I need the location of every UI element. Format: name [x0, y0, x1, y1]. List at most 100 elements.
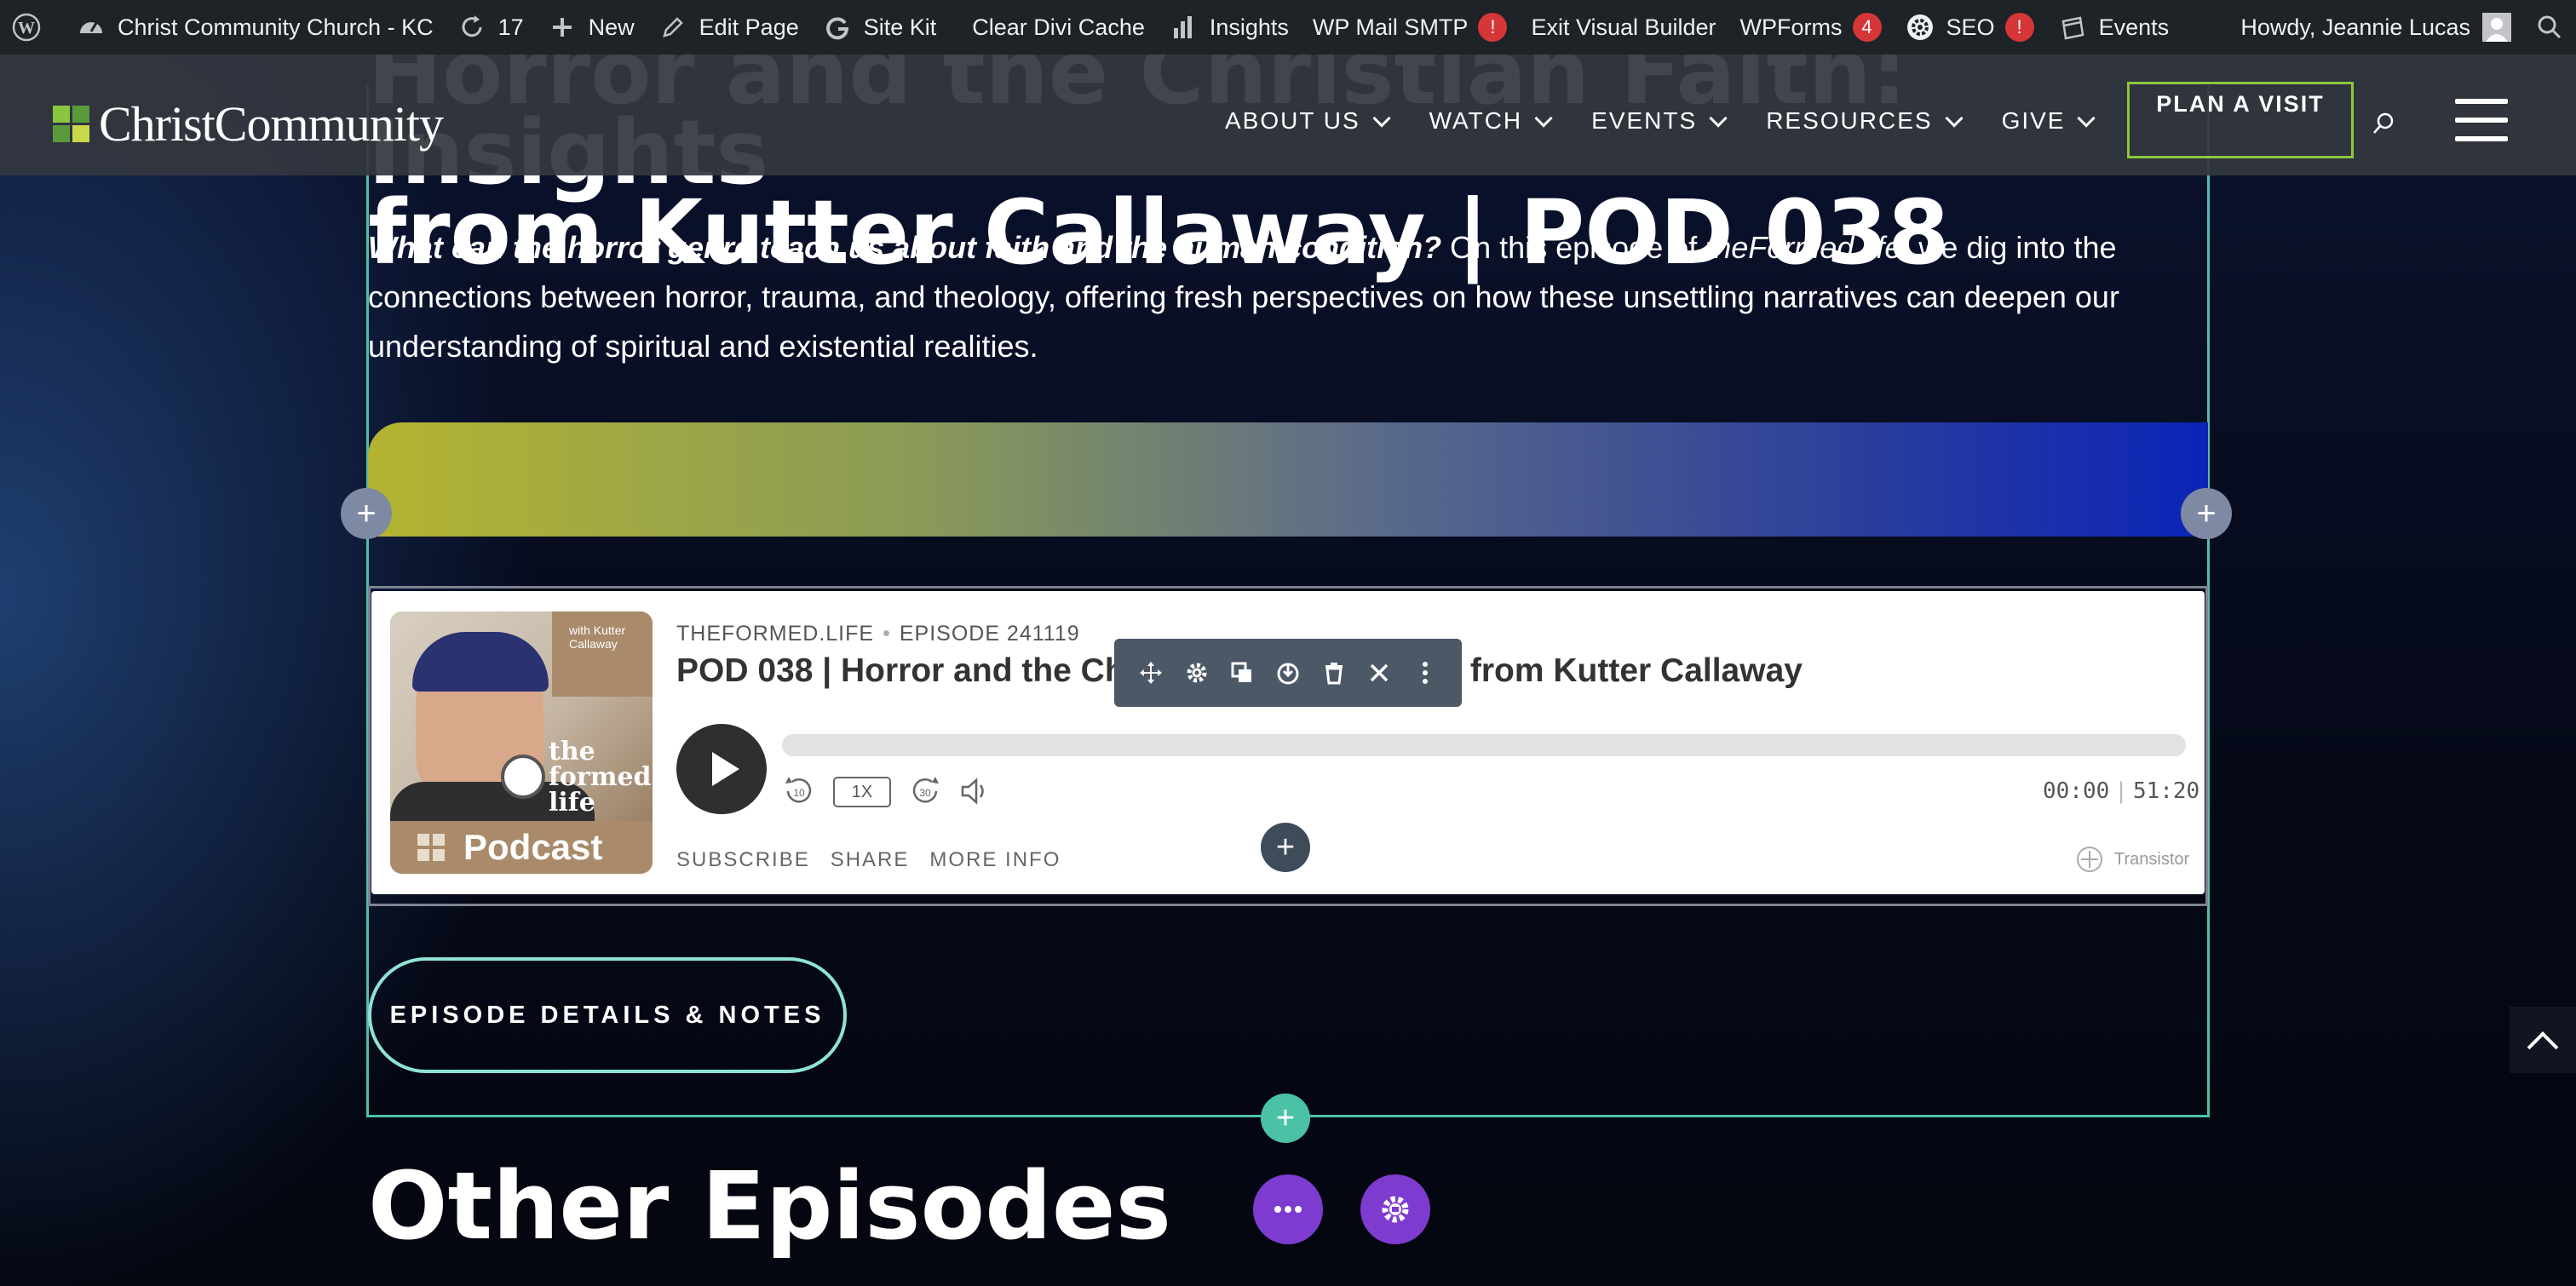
cover-footer: Podcast: [390, 821, 653, 874]
transistor-link[interactable]: Transistor: [2077, 847, 2189, 872]
gear-icon: [1382, 1196, 1409, 1223]
header-search-icon[interactable]: [2371, 111, 2396, 136]
volume-icon: [961, 778, 984, 805]
edit-page-link[interactable]: Edit Page: [647, 0, 811, 55]
nav-item-give[interactable]: GIVE: [2001, 107, 2096, 135]
nav-item-events[interactable]: EVENTS: [1591, 107, 1728, 135]
seo-menu[interactable]: SEO !: [1894, 0, 2046, 55]
calendar-icon: [2058, 13, 2087, 42]
site-logo[interactable]: ChristCommunity: [53, 95, 444, 152]
seo-label: SEO: [1946, 14, 1995, 40]
skip-back-button[interactable]: 10: [780, 773, 816, 809]
site-name-label: Christ Community Church - KC: [118, 14, 434, 40]
module-toolbar: [1114, 639, 1462, 707]
wp-mail-alert-badge: !: [1478, 13, 1508, 42]
time-separator: |: [2114, 778, 2128, 804]
nav-label: ABOUT US: [1225, 107, 1360, 134]
skip-forward-seconds: 30: [919, 787, 931, 799]
play-button[interactable]: [676, 724, 767, 814]
close-icon[interactable]: [1364, 657, 1394, 688]
dashboard-icon: [77, 13, 106, 42]
intro-paragraph: What can the horror genre teach us about…: [368, 223, 2174, 371]
chevron-down-icon: [1709, 108, 1728, 128]
volume-button[interactable]: [957, 773, 993, 809]
chevron-up-icon: [2527, 1031, 2559, 1063]
church-grid-icon: [417, 834, 445, 861]
insights-menu[interactable]: Insights: [1157, 0, 1301, 55]
save-icon[interactable]: [1273, 657, 1303, 688]
nav-label: RESOURCES: [1766, 107, 1933, 134]
add-section-button[interactable]: +: [1261, 1094, 1310, 1143]
plan-a-visit-button[interactable]: PLAN A VISIT: [2127, 82, 2354, 158]
nav-item-about-us[interactable]: ABOUT US: [1225, 107, 1391, 135]
exit-visual-builder-button[interactable]: Exit Visual Builder: [1519, 0, 1728, 55]
rewind-icon: 10: [785, 777, 812, 803]
time-display: 00:00 | 51:20: [2043, 778, 2199, 804]
settings-icon[interactable]: [1182, 657, 1212, 688]
more-icon[interactable]: [1410, 657, 1440, 688]
duplicate-icon[interactable]: [1227, 657, 1257, 688]
nav-item-resources[interactable]: RESOURCES: [1766, 107, 1964, 135]
cover-logo-icon: [501, 755, 545, 799]
subscribe-link[interactable]: SUBSCRIBE: [676, 848, 810, 872]
exit-builder-label: Exit Visual Builder: [1531, 14, 1716, 40]
chevron-down-icon: [2077, 108, 2096, 128]
meta-separator: •: [883, 622, 891, 646]
intro-show-name: theFormed.life: [1705, 230, 1902, 265]
site-name-menu[interactable]: Christ Community Church - KC: [65, 0, 446, 55]
clear-divi-cache-button[interactable]: Clear Divi Cache: [960, 0, 1157, 55]
builder-settings-button[interactable]: [1360, 1174, 1430, 1244]
my-account-menu[interactable]: Howdy, Jeannie Lucas: [2228, 0, 2523, 55]
cover-guest-tag: with Kutter Callaway: [552, 611, 653, 697]
episode-meta: THEFORMED.LIFE • EPISODE 241119: [676, 622, 1080, 646]
wp-mail-smtp-menu[interactable]: WP Mail SMTP !: [1301, 0, 1520, 55]
search-icon: [2535, 13, 2564, 42]
wpforms-menu[interactable]: WPForms 4: [1728, 0, 1894, 55]
bar-chart-icon: [1169, 13, 1198, 42]
progress-bar[interactable]: [782, 734, 2186, 756]
chevron-down-icon: [1372, 108, 1391, 128]
intro-question: What can the horror genre teach us about…: [368, 230, 1442, 265]
updates-menu[interactable]: 17: [446, 0, 536, 55]
new-content-menu[interactable]: New: [536, 0, 647, 55]
add-row-right-button[interactable]: +: [2181, 488, 2232, 539]
episode-details-button[interactable]: EPISODE DETAILS & NOTES: [368, 957, 847, 1073]
back-to-top-button[interactable]: [2510, 1007, 2576, 1073]
show-name[interactable]: THEFORMED.LIFE: [676, 622, 874, 646]
player-links: SUBSCRIBE SHARE MORE INFO: [676, 848, 1081, 872]
move-icon[interactable]: [1136, 657, 1166, 688]
share-link[interactable]: SHARE: [831, 848, 910, 872]
builder-page-options-button[interactable]: [1253, 1174, 1323, 1244]
wpforms-label: WPForms: [1739, 14, 1843, 40]
events-menu[interactable]: Events: [2046, 0, 2182, 55]
insights-label: Insights: [1209, 14, 1289, 40]
updates-count: 17: [497, 14, 524, 40]
delete-icon[interactable]: [1319, 657, 1349, 688]
cover-podcast-label: Podcast: [463, 827, 603, 867]
avatar: [2482, 13, 2511, 42]
seo-alert-badge: !: [2004, 13, 2034, 42]
duration: 51:20: [2132, 778, 2200, 804]
wp-mail-label: WP Mail SMTP: [1312, 14, 1469, 40]
transistor-icon: [2077, 847, 2102, 872]
more-info-link[interactable]: MORE INFO: [929, 848, 1061, 872]
svg-text:W: W: [18, 19, 35, 37]
nav-label: GIVE: [2001, 107, 2066, 134]
speed-button[interactable]: 1X: [833, 777, 891, 807]
wordpress-logo-menu[interactable]: W: [0, 0, 65, 55]
site-kit-label: Site Kit: [863, 14, 937, 40]
clear-cache-label: Clear Divi Cache: [972, 14, 1145, 40]
nav-label: WATCH: [1429, 107, 1523, 134]
add-module-button[interactable]: +: [1261, 823, 1310, 872]
site-kit-menu[interactable]: Site Kit: [811, 0, 949, 55]
nav-item-watch[interactable]: WATCH: [1429, 107, 1553, 135]
plus-icon: [548, 13, 577, 42]
wordpress-icon: W: [12, 13, 41, 42]
wp-admin-bar: W Christ Community Church - KC 17 New Ed…: [0, 0, 2576, 55]
hamburger-menu-icon[interactable]: [2455, 99, 2508, 141]
intro-text-1: On this episode of: [1441, 230, 1706, 265]
gradient-divider: [368, 422, 2208, 537]
skip-forward-button[interactable]: 30: [908, 773, 944, 809]
add-row-left-button[interactable]: +: [341, 488, 392, 539]
admin-search-button[interactable]: [2523, 0, 2576, 55]
